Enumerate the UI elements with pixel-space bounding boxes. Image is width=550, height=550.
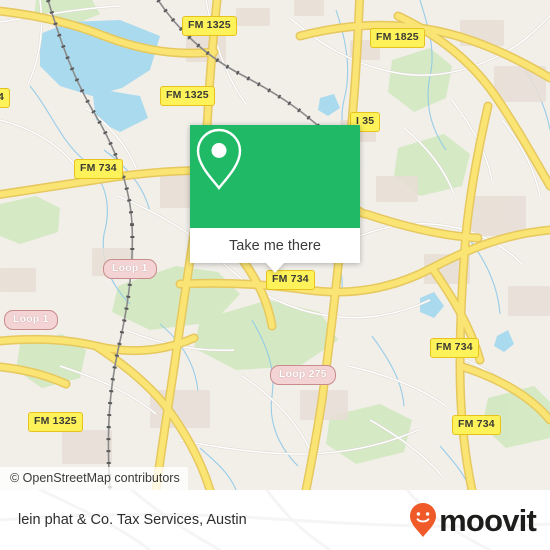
road-shield: FM 1325 bbox=[28, 412, 83, 432]
map-canvas[interactable]: FM 1325 FM 1825 FM 1325 I 35 FM 734 4 Loop 1 Lo… bbox=[0, 0, 550, 490]
road-shield: FM 734 bbox=[74, 159, 123, 179]
road-shield: Loop 275 bbox=[270, 365, 336, 385]
road-shield: FM 734 bbox=[430, 338, 479, 358]
map-screenshot: FM 1325 FM 1825 FM 1325 I 35 FM 734 4 Loop 1 Lo… bbox=[0, 0, 550, 550]
take-me-there-button[interactable]: Take me there bbox=[229, 238, 321, 254]
road-shield: Loop 1 bbox=[103, 259, 157, 279]
moovit-wordmark: moovit bbox=[439, 502, 537, 538]
road-shield: 4 bbox=[0, 88, 11, 108]
place-title: lein phat & Co. Tax Services, Austin bbox=[18, 512, 247, 528]
popup-action-bar[interactable]: Take me there bbox=[190, 228, 360, 263]
road-shield: FM 734 bbox=[452, 415, 501, 435]
road-shield: FM 1325 bbox=[160, 86, 215, 106]
moovit-logo[interactable]: moovit bbox=[408, 502, 537, 538]
road-shield: Loop 1 bbox=[4, 310, 58, 330]
popup-header bbox=[190, 125, 360, 228]
popup-pointer bbox=[266, 263, 284, 273]
road-shield: FM 1825 bbox=[370, 28, 425, 48]
osm-attribution[interactable]: © OpenStreetMap contributors bbox=[0, 467, 188, 490]
map-pin-icon bbox=[196, 128, 242, 190]
road-shield: FM 1325 bbox=[182, 16, 237, 36]
moovit-pin-smile-icon bbox=[410, 503, 437, 537]
location-popup[interactable]: Take me there bbox=[190, 125, 360, 273]
footer-bar: lein phat & Co. Tax Services, Austin moo… bbox=[0, 490, 550, 550]
